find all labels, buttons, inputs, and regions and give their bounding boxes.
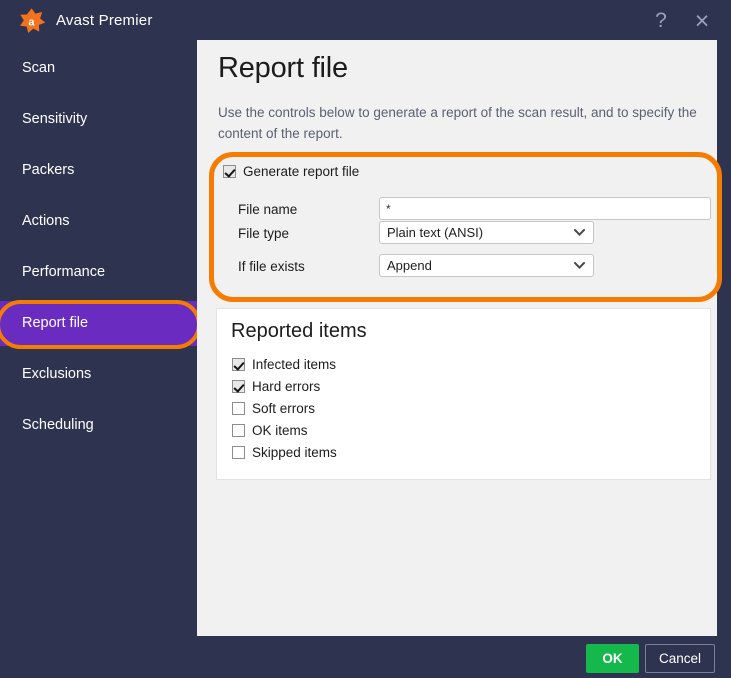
sidebar-item-performance[interactable]: Performance — [0, 250, 197, 295]
checkbox-box-icon — [232, 380, 245, 393]
app-title: Avast Premier — [56, 12, 153, 29]
title-bar: a Avast Premier ? × — [0, 0, 731, 42]
sidebar-item-scan[interactable]: Scan — [0, 46, 197, 91]
list-item-label: Soft errors — [252, 401, 316, 416]
if-file-exists-value: Append — [387, 258, 432, 273]
checkbox-box-icon — [223, 165, 236, 178]
avast-splat-logo-icon: a — [18, 8, 46, 35]
file-type-select[interactable]: Plain text (ANSI) — [379, 221, 594, 244]
main-panel: Report file Use the controls below to ge… — [197, 40, 717, 636]
list-item-label: Infected items — [252, 357, 337, 372]
page-description: Use the controls below to generate a rep… — [218, 105, 697, 141]
reported-item-infected-items[interactable]: Infected items — [232, 357, 336, 372]
file-type-value: Plain text (ANSI) — [387, 225, 484, 240]
sidebar-item-actions[interactable]: Actions — [0, 199, 197, 244]
generate-report-file-checkbox[interactable]: Generate report file — [223, 164, 359, 179]
sidebar-item-scheduling[interactable]: Scheduling — [0, 403, 197, 448]
chevron-down-icon — [569, 262, 593, 269]
generate-report-file-label: Generate report file — [243, 164, 360, 179]
footer-bar: OK Cancel — [0, 636, 731, 678]
checkbox-box-icon — [232, 358, 245, 371]
reported-items-title: Reported items — [231, 320, 367, 342]
question-mark-icon[interactable]: ? — [646, 6, 676, 36]
reported-items-panel: Reported items Infected items Hard error… — [216, 308, 711, 480]
ok-button[interactable]: OK — [586, 644, 639, 673]
file-name-input[interactable] — [379, 197, 711, 220]
checkbox-box-icon — [232, 424, 245, 437]
sidebar-item-sensitivity[interactable]: Sensitivity — [0, 97, 197, 142]
file-name-label: File name — [238, 202, 298, 217]
sidebar-item-report-file[interactable]: Report file — [0, 301, 197, 346]
sidebar-item-packers[interactable]: Packers — [0, 148, 197, 193]
avast-settings-window: a Avast Premier ? × Scan Sensitivity Pac… — [0, 0, 731, 678]
file-type-label: File type — [238, 226, 290, 241]
list-item-label: Hard errors — [252, 379, 321, 394]
list-item-label: OK items — [252, 423, 308, 438]
sidebar: Scan Sensitivity Packers Actions Perform… — [0, 42, 197, 678]
checkbox-box-icon — [232, 402, 245, 415]
close-icon[interactable]: × — [687, 6, 717, 36]
checkbox-box-icon — [232, 446, 245, 459]
sidebar-item-exclusions[interactable]: Exclusions — [0, 352, 197, 397]
chevron-down-icon — [569, 229, 593, 236]
if-file-exists-label: If file exists — [238, 259, 305, 274]
generate-report-group: Generate report file File name File type… — [212, 162, 712, 282]
reported-item-skipped-items[interactable]: Skipped items — [232, 445, 337, 460]
reported-item-hard-errors[interactable]: Hard errors — [232, 379, 320, 394]
page-title: Report file — [218, 52, 348, 84]
svg-text:a: a — [28, 16, 35, 28]
cancel-button[interactable]: Cancel — [645, 644, 715, 673]
if-file-exists-select[interactable]: Append — [379, 254, 594, 277]
reported-item-soft-errors[interactable]: Soft errors — [232, 401, 315, 416]
reported-item-ok-items[interactable]: OK items — [232, 423, 308, 438]
list-item-label: Skipped items — [252, 445, 337, 460]
